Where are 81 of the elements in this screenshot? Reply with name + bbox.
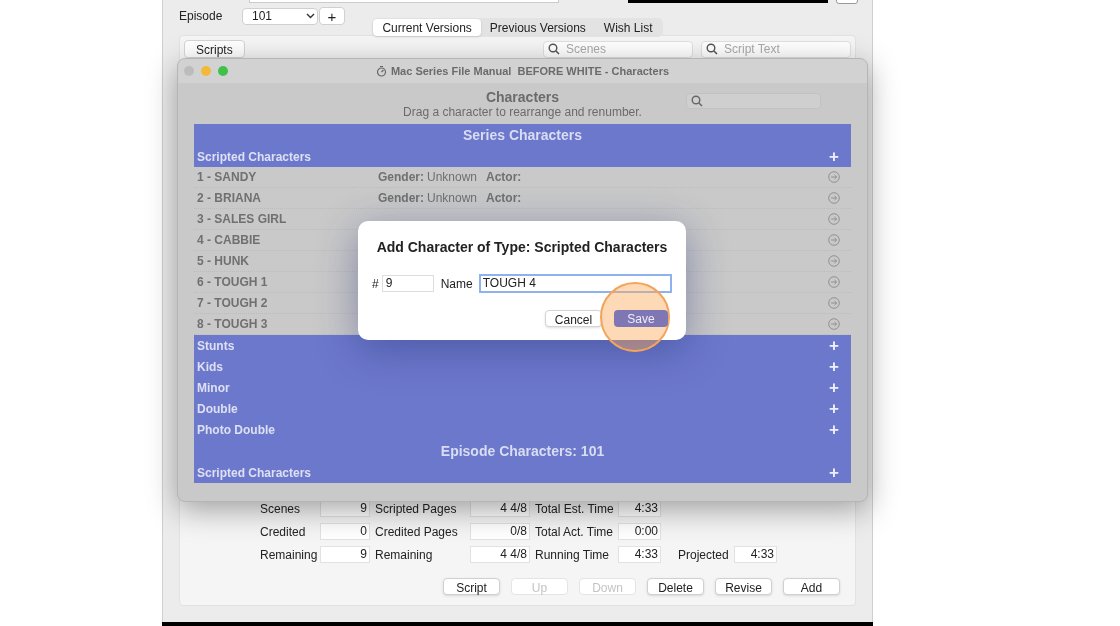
arrow-circle-icon[interactable] [828, 171, 840, 183]
arrow-circle-icon[interactable] [828, 234, 840, 246]
add-button[interactable]: + [829, 148, 839, 165]
add-button[interactable]: + [829, 421, 839, 438]
search-icon [706, 43, 718, 55]
tab[interactable]: Wish List [594, 19, 662, 36]
name-label: Name [440, 275, 473, 293]
stat-label: Total Est. Time [535, 500, 615, 518]
stopwatch-icon [375, 65, 387, 77]
group-label: Minor [197, 379, 231, 397]
add-button[interactable]: + [829, 464, 839, 481]
episode-label: Episode [179, 8, 224, 25]
actor-label: Actor: [486, 190, 522, 207]
characters-subtitle: Drag a character to rearrange and renumber. [403, 105, 642, 119]
dialog-title: Add Character of Type: Scripted Characters [375, 238, 669, 257]
group-label: Kids [197, 358, 224, 376]
tab[interactable]: Current Versions [373, 19, 481, 36]
group-label: Photo Double [197, 421, 276, 439]
stat-field: 4 4/8 [470, 546, 530, 563]
scripts-button[interactable]: Scripts [184, 40, 245, 58]
gender-value: Unknown [427, 190, 479, 207]
group-label: Scripted Characters [197, 148, 313, 166]
action-button[interactable]: Delete [647, 578, 704, 595]
stat-label: Credited [260, 523, 307, 541]
number-label: # [372, 275, 379, 293]
gender-label: Gender: [378, 169, 425, 186]
add-button[interactable]: + [829, 337, 839, 354]
arrow-circle-icon[interactable] [828, 213, 840, 225]
group-label: Stunts [197, 337, 236, 355]
stat-label: Credited Pages [375, 523, 459, 541]
script-text-search-field[interactable]: Script Text [701, 40, 851, 58]
stat-label: Scenes [260, 500, 302, 518]
character-name[interactable]: 2 - BRIANA [197, 189, 378, 207]
action-button[interactable]: Revise [715, 578, 772, 595]
character-name[interactable]: 1 - SANDY [197, 168, 378, 186]
group-label: Scripted Characters [197, 464, 313, 482]
actor-label: Actor: [486, 169, 522, 186]
number-field[interactable]: 9 [381, 275, 434, 292]
minimize-button[interactable] [201, 66, 211, 76]
save-button[interactable]: Save [614, 310, 668, 327]
search-field[interactable] [686, 93, 821, 109]
zoom-button[interactable] [218, 66, 228, 76]
section-header: Episode Characters: 101 [194, 440, 851, 462]
search-icon [691, 95, 703, 107]
stat-label: Total Act. Time [535, 523, 615, 541]
add-button[interactable]: + [829, 379, 839, 396]
group-label: Double [197, 400, 239, 418]
stat-label: Remaining [260, 546, 319, 564]
cancel-button[interactable]: Cancel [545, 310, 602, 327]
section-header: Series Characters [194, 124, 851, 146]
add-episode-button[interactable]: + [319, 7, 345, 25]
stat-field: 4:33 [734, 546, 777, 563]
gender-value: Unknown [427, 169, 479, 186]
characters-heading: Characters [485, 89, 560, 105]
scenes-search-field[interactable]: Scenes [543, 40, 693, 58]
stat-label: Scripted Pages [375, 500, 458, 518]
add-button[interactable]: + [829, 358, 839, 375]
stat-label: Projected [678, 546, 730, 564]
name-field[interactable]: TOUGH 4 [478, 274, 672, 293]
stat-label: Running Time [535, 546, 611, 564]
stat-field: 0:00 [618, 523, 661, 540]
arrow-circle-icon[interactable] [828, 255, 840, 267]
search-icon [548, 43, 560, 55]
stat-field: 9 [320, 546, 370, 563]
chevron-icon [306, 13, 315, 19]
tab[interactable]: Previous Versions [480, 19, 595, 36]
add-button[interactable]: + [829, 400, 839, 417]
stat-field: 0/8 [470, 523, 530, 540]
window-title: Mac Series File Manual BEFORE WHITE - Characters [390, 63, 670, 79]
episode-select[interactable]: 101 [242, 7, 318, 25]
arrow-circle-icon[interactable] [828, 297, 840, 309]
action-button[interactable]: Add [783, 578, 840, 595]
stat-label: Remaining [375, 546, 434, 564]
arrow-circle-icon[interactable] [828, 276, 840, 288]
stat-field: 4:33 [618, 546, 661, 563]
action-button[interactable]: Script [443, 578, 500, 595]
character-name[interactable]: 3 - SALES GIRL [197, 210, 378, 228]
stat-field: 0 [320, 523, 370, 540]
gender-label: Gender: [378, 190, 425, 207]
arrow-circle-icon[interactable] [828, 318, 840, 330]
arrow-circle-icon[interactable] [828, 192, 840, 204]
